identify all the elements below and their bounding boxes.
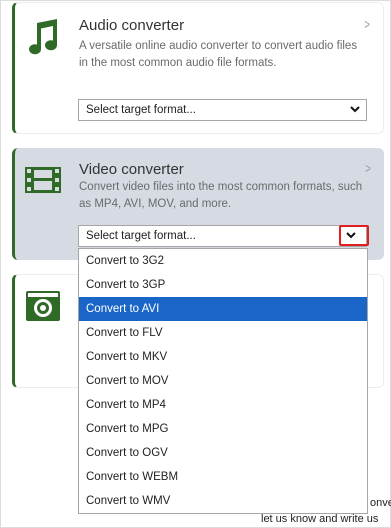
dropdown-option[interactable]: Convert to 3GP — [79, 273, 367, 297]
video-converter-description: Convert video files into the most common… — [79, 181, 363, 210]
dropdown-option[interactable]: Convert to OGV — [79, 441, 367, 465]
dropdown-option[interactable]: Convert to MP4 — [79, 393, 367, 417]
dropdown-option[interactable]: Convert to MKV — [79, 345, 367, 369]
dropdown-option[interactable]: Convert to MPG — [79, 417, 367, 441]
audio-converter-card[interactable]: Audio converter A versatile online audio… — [12, 2, 384, 134]
video-converter-title: Video converter — [79, 161, 184, 178]
dropdown-option[interactable]: Convert to 3G2 — [79, 249, 367, 273]
audio-select-value: Select target format... — [86, 104, 196, 116]
dropdown-button-highlight — [339, 225, 369, 246]
format-dropdown-list[interactable]: Convert to 3G2 Convert to 3GP Convert to A… — [78, 248, 368, 514]
video-converter-card[interactable]: Video converter Convert video files into… — [12, 148, 384, 260]
audio-target-format-select[interactable]: Select target format... — [78, 99, 367, 121]
audio-converter-title: Audio converter — [79, 17, 185, 34]
dropdown-option[interactable]: Convert to MOV — [79, 369, 367, 393]
footer-text-fragment: onve — [370, 497, 391, 509]
camera-icon — [23, 287, 63, 327]
video-target-format-select[interactable]: Select target format... — [78, 225, 367, 247]
film-strip-icon — [23, 160, 63, 200]
chevron-right-icon[interactable]: > — [364, 16, 370, 32]
footer-text-line: let us know and write us — [261, 513, 379, 525]
music-note-icon — [23, 17, 63, 57]
dropdown-option[interactable]: Convert to WMV — [79, 489, 367, 513]
video-select-value: Select target format... — [86, 230, 196, 242]
chevron-down-icon[interactable] — [348, 101, 362, 124]
chevron-right-icon[interactable]: > — [365, 160, 371, 176]
audio-converter-description: A versatile online audio converter to co… — [79, 40, 358, 69]
dropdown-option[interactable]: Convert to AVI — [79, 297, 367, 321]
dropdown-option[interactable]: Convert to FLV — [79, 321, 367, 345]
dropdown-option[interactable]: Convert to WEBM — [79, 465, 367, 489]
